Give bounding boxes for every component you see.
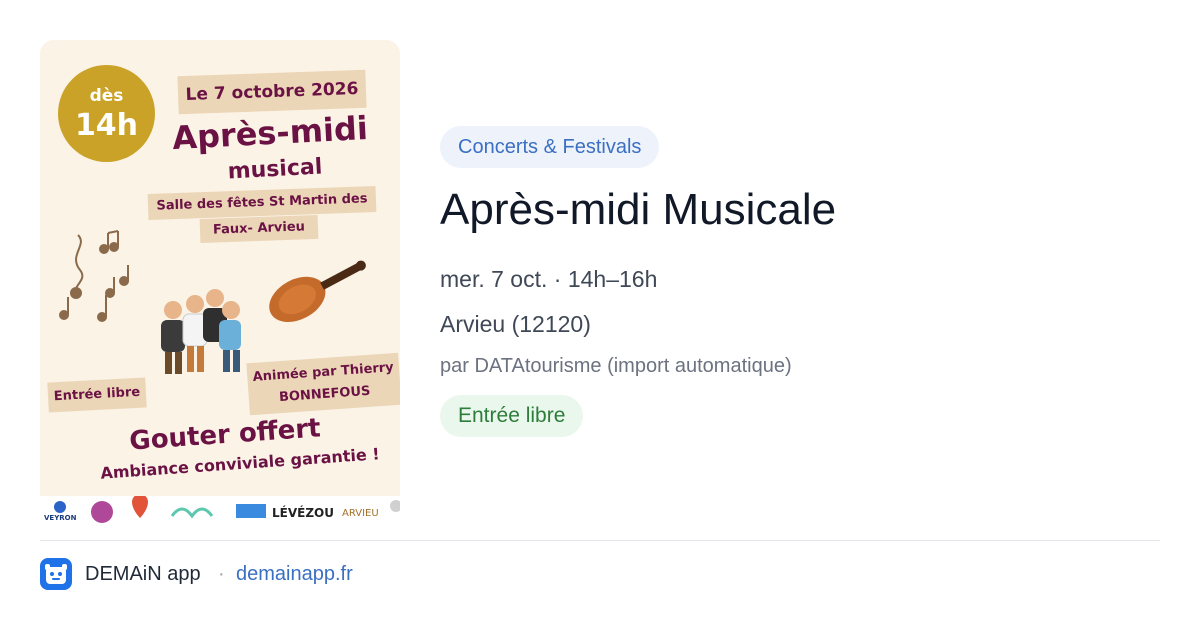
sponsor-arvieu: ARVIEU (342, 508, 379, 519)
poster-venue: Salle des fêtes St Martin des (147, 186, 377, 220)
footer-separator: · (218, 563, 225, 585)
sponsor-logos: VEYRON LÉVÉZOU ARVIEU (40, 494, 400, 526)
event-location: Arvieu (12120) (440, 311, 591, 337)
app-logo-glyph (45, 564, 67, 584)
time-value: 14h (74, 108, 139, 143)
time-prefix: dès (89, 86, 124, 106)
event-source: par DATAtourisme (import automatique) (440, 355, 792, 377)
demain-app-icon (40, 558, 72, 590)
price-badge: Entrée libre (440, 395, 584, 437)
poster-venue-place: Faux- Arvieu (199, 214, 319, 244)
poster-headline: Après-midi (171, 108, 369, 158)
poster-date: Le 7 octobre 2026 (177, 69, 367, 115)
event-datetime: mer. 7 oct. · 14h–16h (440, 266, 658, 292)
poster-subheadline: musical (227, 154, 323, 185)
time-badge: dès 14h (58, 65, 155, 162)
category-chip[interactable]: Concerts & Festivals (440, 126, 660, 168)
app-name: DEMAiN app (85, 563, 201, 585)
sponsor-veyron: VEYRON (44, 514, 77, 522)
sponsor-levezou: LÉVÉZOU (272, 506, 334, 520)
footer-divider (40, 540, 1160, 541)
singers-illustration (161, 289, 241, 374)
event-title: Après-midi Musicale (440, 185, 837, 234)
music-notes-icon (59, 230, 129, 322)
app-domain-link[interactable]: demainapp.fr (236, 561, 353, 587)
event-poster: dès 14h Le 7 octobre 2026 Après-midi mus… (40, 40, 400, 526)
poster-entry: Entrée libre (47, 377, 147, 413)
poster-host: Animée par Thierry BONNEFOUS (246, 352, 400, 416)
violin-icon (269, 260, 366, 322)
